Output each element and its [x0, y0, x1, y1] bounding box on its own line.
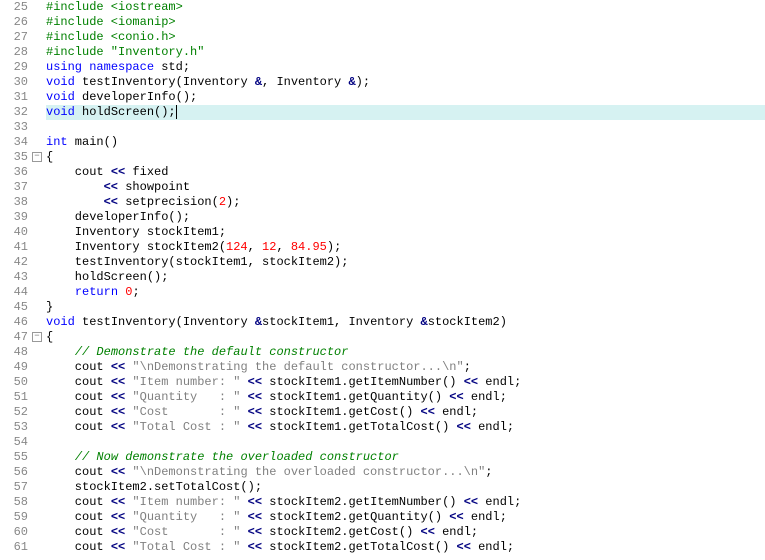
- line-number: 57: [0, 480, 28, 495]
- code-line[interactable]: cout << "Cost : " << stockItem1.getCost(…: [46, 405, 765, 420]
- fold-toggle-icon[interactable]: −: [32, 152, 42, 162]
- text-caret: [176, 105, 177, 119]
- line-number: 50: [0, 375, 28, 390]
- code-line[interactable]: cout << "Quantity : " << stockItem1.getQ…: [46, 390, 765, 405]
- code-line[interactable]: developerInfo();: [46, 210, 765, 225]
- code-line[interactable]: cout << "Total Cost : " << stockItem2.ge…: [46, 540, 765, 555]
- code-line[interactable]: cout << "Item number: " << stockItem2.ge…: [46, 495, 765, 510]
- line-number: 27: [0, 30, 28, 45]
- line-number: 25: [0, 0, 28, 15]
- line-number: 55: [0, 450, 28, 465]
- code-line[interactable]: // Demonstrate the default constructor: [46, 345, 765, 360]
- line-number: 61: [0, 540, 28, 555]
- line-number: 48: [0, 345, 28, 360]
- line-number: 37: [0, 180, 28, 195]
- fold-gutter[interactable]: −−: [32, 0, 44, 555]
- line-number-gutter: 2526272829303132333435363738394041424344…: [0, 0, 32, 555]
- line-number: 33: [0, 120, 28, 135]
- line-number: 42: [0, 255, 28, 270]
- code-line[interactable]: {: [46, 150, 765, 165]
- code-line[interactable]: Inventory stockItem1;: [46, 225, 765, 240]
- code-line[interactable]: }: [46, 300, 765, 315]
- line-number: 59: [0, 510, 28, 525]
- line-number: 60: [0, 525, 28, 540]
- line-number: 36: [0, 165, 28, 180]
- fold-toggle-icon[interactable]: −: [32, 332, 42, 342]
- code-line[interactable]: #include <iostream>: [46, 0, 765, 15]
- line-number: 43: [0, 270, 28, 285]
- code-line[interactable]: cout << "Quantity : " << stockItem2.getQ…: [46, 510, 765, 525]
- code-area[interactable]: #include <iostream>#include <iomanip>#in…: [44, 0, 765, 555]
- code-line[interactable]: cout << "\nDemonstrating the default con…: [46, 360, 765, 375]
- line-number: 44: [0, 285, 28, 300]
- code-line[interactable]: Inventory stockItem2(124, 12, 84.95);: [46, 240, 765, 255]
- line-number: 31: [0, 90, 28, 105]
- line-number: 46: [0, 315, 28, 330]
- line-number: 54: [0, 435, 28, 450]
- code-line[interactable]: testInventory(stockItem1, stockItem2);: [46, 255, 765, 270]
- code-line[interactable]: [46, 120, 765, 135]
- line-number: 32: [0, 105, 28, 120]
- line-number: 51: [0, 390, 28, 405]
- code-line[interactable]: cout << "Total Cost : " << stockItem1.ge…: [46, 420, 765, 435]
- line-number: 34: [0, 135, 28, 150]
- line-number: 39: [0, 210, 28, 225]
- code-line[interactable]: // Now demonstrate the overloaded constr…: [46, 450, 765, 465]
- code-line[interactable]: int main(): [46, 135, 765, 150]
- code-line[interactable]: {: [46, 330, 765, 345]
- line-number: 41: [0, 240, 28, 255]
- line-number: 28: [0, 45, 28, 60]
- line-number: 35: [0, 150, 28, 165]
- line-number: 30: [0, 75, 28, 90]
- code-line[interactable]: cout << "\nDemonstrating the overloaded …: [46, 465, 765, 480]
- line-number: 40: [0, 225, 28, 240]
- code-line[interactable]: << setprecision(2);: [46, 195, 765, 210]
- code-line[interactable]: #include "Inventory.h": [46, 45, 765, 60]
- line-number: 52: [0, 405, 28, 420]
- code-line[interactable]: void testInventory(Inventory &, Inventor…: [46, 75, 765, 90]
- line-number: 38: [0, 195, 28, 210]
- code-line[interactable]: void developerInfo();: [46, 90, 765, 105]
- code-line[interactable]: return 0;: [46, 285, 765, 300]
- code-line[interactable]: void testInventory(Inventory &stockItem1…: [46, 315, 765, 330]
- code-line[interactable]: using namespace std;: [46, 60, 765, 75]
- line-number: 49: [0, 360, 28, 375]
- code-line[interactable]: [46, 435, 765, 450]
- line-number: 45: [0, 300, 28, 315]
- code-line[interactable]: #include <iomanip>: [46, 15, 765, 30]
- line-number: 47: [0, 330, 28, 345]
- code-line[interactable]: << showpoint: [46, 180, 765, 195]
- line-number: 29: [0, 60, 28, 75]
- code-line[interactable]: #include <conio.h>: [46, 30, 765, 45]
- code-line[interactable]: holdScreen();: [46, 270, 765, 285]
- code-line[interactable]: cout << "Cost : " << stockItem2.getCost(…: [46, 525, 765, 540]
- code-line[interactable]: void holdScreen();: [46, 105, 765, 120]
- line-number: 53: [0, 420, 28, 435]
- code-editor[interactable]: 2526272829303132333435363738394041424344…: [0, 0, 765, 555]
- code-line[interactable]: cout << "Item number: " << stockItem1.ge…: [46, 375, 765, 390]
- code-line[interactable]: cout << fixed: [46, 165, 765, 180]
- line-number: 26: [0, 15, 28, 30]
- code-line[interactable]: stockItem2.setTotalCost();: [46, 480, 765, 495]
- line-number: 56: [0, 465, 28, 480]
- line-number: 58: [0, 495, 28, 510]
